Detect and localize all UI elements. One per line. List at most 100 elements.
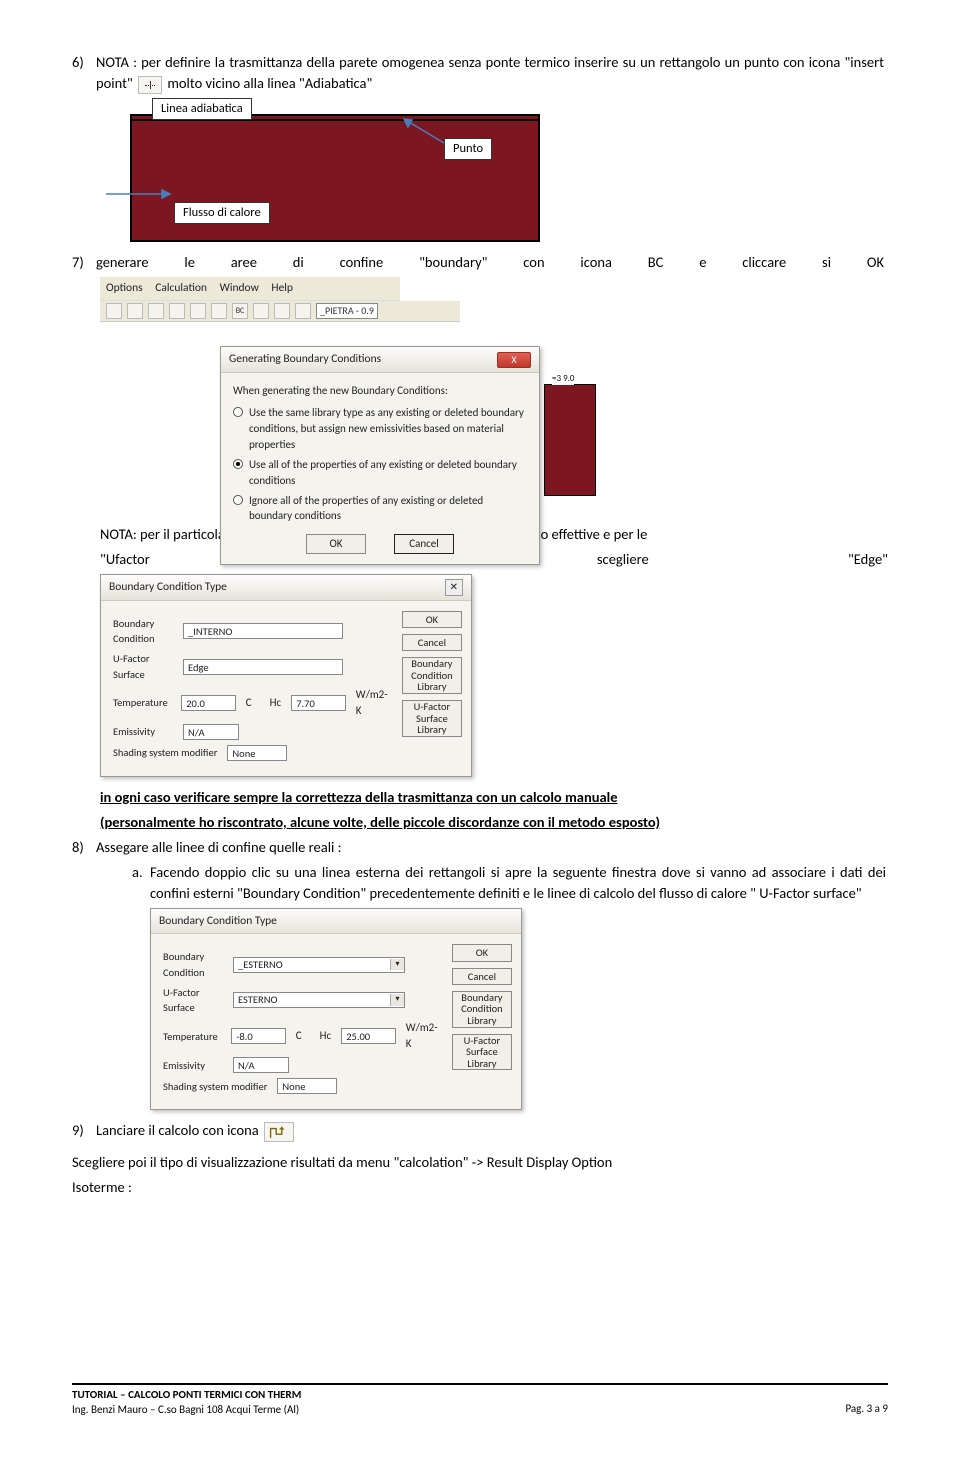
sh-field[interactable]: None <box>277 1078 337 1094</box>
uf-field[interactable]: Edge <box>183 659 343 675</box>
toolbar-btn[interactable] <box>169 303 185 319</box>
toolbar-btn[interactable] <box>211 303 227 319</box>
step8a-letter: a. <box>132 862 150 883</box>
tail-line-2: Isoterme : <box>72 1178 132 1196</box>
bc-field[interactable]: _INTERNO <box>183 623 343 639</box>
cancel-button[interactable]: Cancel <box>452 968 511 985</box>
toolbar-btn-bc[interactable]: BC <box>232 303 248 319</box>
uf-combo-value: ESTERNO <box>234 992 390 1007</box>
menu-window[interactable]: Window <box>220 281 259 295</box>
emphasis-line-1: in ogni caso verificare sempre la corret… <box>100 788 618 806</box>
sh-label: Shading system modifier <box>163 1079 267 1094</box>
close-small-icon[interactable]: ✕ <box>445 579 463 596</box>
radio-label-3: Ignore all of the properties of any exis… <box>249 493 527 525</box>
em-label: Emissivity <box>113 724 173 739</box>
label-linea-adiabatica: Linea adiabatica <box>152 98 252 120</box>
toolbar-btn[interactable] <box>127 303 143 319</box>
temp-label: Temperature <box>113 695 171 710</box>
bc-combo[interactable]: _ESTERNO▾ <box>233 957 405 973</box>
chevron-down-icon[interactable]: ▾ <box>390 959 404 971</box>
radio-label-2: Use all of the properties of any existin… <box>249 457 527 489</box>
therm-menubar[interactable]: Options Calculation Window Help <box>100 277 400 301</box>
close-icon[interactable]: X <box>497 352 531 368</box>
toolbar-btn[interactable] <box>253 303 269 319</box>
label-punto: Punto <box>444 138 492 160</box>
radio-label-1: Use the same library type as any existin… <box>249 405 527 453</box>
dialog-title: Boundary Condition Type <box>109 579 227 596</box>
cancel-button[interactable]: Cancel <box>394 534 454 554</box>
note7-scegliere: scegliere <box>597 549 649 570</box>
generating-bc-block: Generating Boundary Conditions X When ge… <box>100 330 888 518</box>
radio-option-1[interactable] <box>233 407 243 417</box>
hc-label: Hc <box>320 1028 332 1044</box>
radio-option-3[interactable] <box>233 495 243 505</box>
temp-field[interactable]: 20.0 <box>181 695 236 711</box>
em-field[interactable]: N/A <box>233 1057 289 1073</box>
toolbar-btn[interactable] <box>190 303 206 319</box>
temp-field[interactable]: -8.0 <box>231 1028 286 1044</box>
bct-dialog-esterno: Boundary Condition Type Boundary Conditi… <box>150 908 522 1110</box>
bc-label: Boundary Condition <box>113 616 173 646</box>
em-field[interactable]: N/A <box>183 724 239 740</box>
hc-unit: W/m2-K <box>356 687 392 719</box>
toolbar-btn[interactable] <box>148 303 164 319</box>
arrow-flusso <box>104 181 176 207</box>
bc-label: Boundary Condition <box>163 949 223 979</box>
calc-icon <box>264 1122 294 1142</box>
footer-page: Pag. 3 a 9 <box>845 1401 888 1417</box>
step-number-6: 6) <box>72 52 96 73</box>
page-footer: TUTORIAL – CALCOLO PONTI TERMICI CON THE… <box>72 1383 888 1417</box>
arrow-punto <box>398 115 446 145</box>
hc-label: Hc <box>270 695 282 711</box>
menu-calculation[interactable]: Calculation <box>155 281 207 295</box>
hc-field[interactable]: 7.70 <box>291 695 346 711</box>
ok-button[interactable]: OK <box>452 944 511 961</box>
hc-field[interactable]: 25.00 <box>341 1028 396 1044</box>
sh-field[interactable]: None <box>227 745 287 761</box>
dialog-title: Generating Boundary Conditions <box>229 351 381 368</box>
bc-library-button[interactable]: Boundary Condition Library <box>402 657 461 694</box>
wall-diagram: Linea adiabatica Punto Flusso di calore <box>104 98 558 246</box>
footer-title: TUTORIAL – CALCOLO PONTI TERMICI CON THE… <box>72 1388 301 1402</box>
sh-label: Shading system modifier <box>113 745 217 760</box>
tail-line-1: Scegliere poi il tipo di visualizzazione… <box>72 1153 612 1171</box>
step9-line: Lanciare il calcolo con icona <box>96 1121 259 1139</box>
toolbar-material-combo[interactable]: _PIETRA - 0.9 <box>316 303 378 320</box>
step8a-text: Facendo doppio clic su una linea esterna… <box>150 862 886 904</box>
emphasis-line-2: (personalmente ho riscontrato, alcune vo… <box>100 813 660 831</box>
uf-label: U-Factor Surface <box>163 985 223 1015</box>
step7-body: generare le aree di confine "boundary" c… <box>96 252 884 273</box>
step8-line: Assegare alle linee di confine quelle re… <box>96 837 884 858</box>
ok-button[interactable]: OK <box>306 534 366 554</box>
radio-option-2[interactable] <box>233 459 243 469</box>
footer-author: Ing. Benzi Mauro – C.so Bagni 108 Acqui … <box>72 1403 301 1417</box>
insert-point-icon <box>138 76 162 94</box>
dialog-title: Boundary Condition Type <box>159 913 277 930</box>
label-flusso: Flusso di calore <box>174 202 270 224</box>
toolbar-btn[interactable] <box>106 303 122 319</box>
uf-combo[interactable]: ESTERNO▾ <box>233 992 405 1008</box>
temp-label: Temperature <box>163 1029 221 1044</box>
generating-bc-dialog: Generating Boundary Conditions X When ge… <box>220 346 540 565</box>
step6-body: NOTA : per definire la trasmittanza dell… <box>96 52 884 94</box>
chevron-down-icon[interactable]: ▾ <box>390 994 404 1006</box>
cancel-button[interactable]: Cancel <box>402 634 461 651</box>
step6-text-after: molto vicino alla linea "Adiabatica" <box>167 74 372 92</box>
uf-library-button[interactable]: U-Factor Surface Library <box>402 700 461 737</box>
temp-unit: C <box>296 1028 302 1044</box>
note7-edge: "Edge" <box>848 549 888 570</box>
toolbar-btn[interactable] <box>274 303 290 319</box>
menu-options[interactable]: Options <box>106 281 143 295</box>
gen-intro: When generating the new Boundary Conditi… <box>233 383 527 399</box>
bc-library-button[interactable]: Boundary Condition Library <box>452 991 511 1028</box>
menu-help[interactable]: Help <box>271 281 293 295</box>
ok-button[interactable]: OK <box>402 611 461 628</box>
uf-library-button[interactable]: U-Factor Surface Library <box>452 1034 511 1071</box>
hc-unit: W/m2-K <box>406 1020 442 1052</box>
em-label: Emissivity <box>163 1058 223 1073</box>
therm-toolbar[interactable]: BC _PIETRA - 0.9 <box>100 301 460 323</box>
step-number-8: 8) <box>72 837 96 858</box>
side-wall-label: =3 9.0 <box>552 372 574 385</box>
toolbar-btn[interactable] <box>295 303 311 319</box>
note7-ufactor: "Ufactor <box>100 549 150 570</box>
